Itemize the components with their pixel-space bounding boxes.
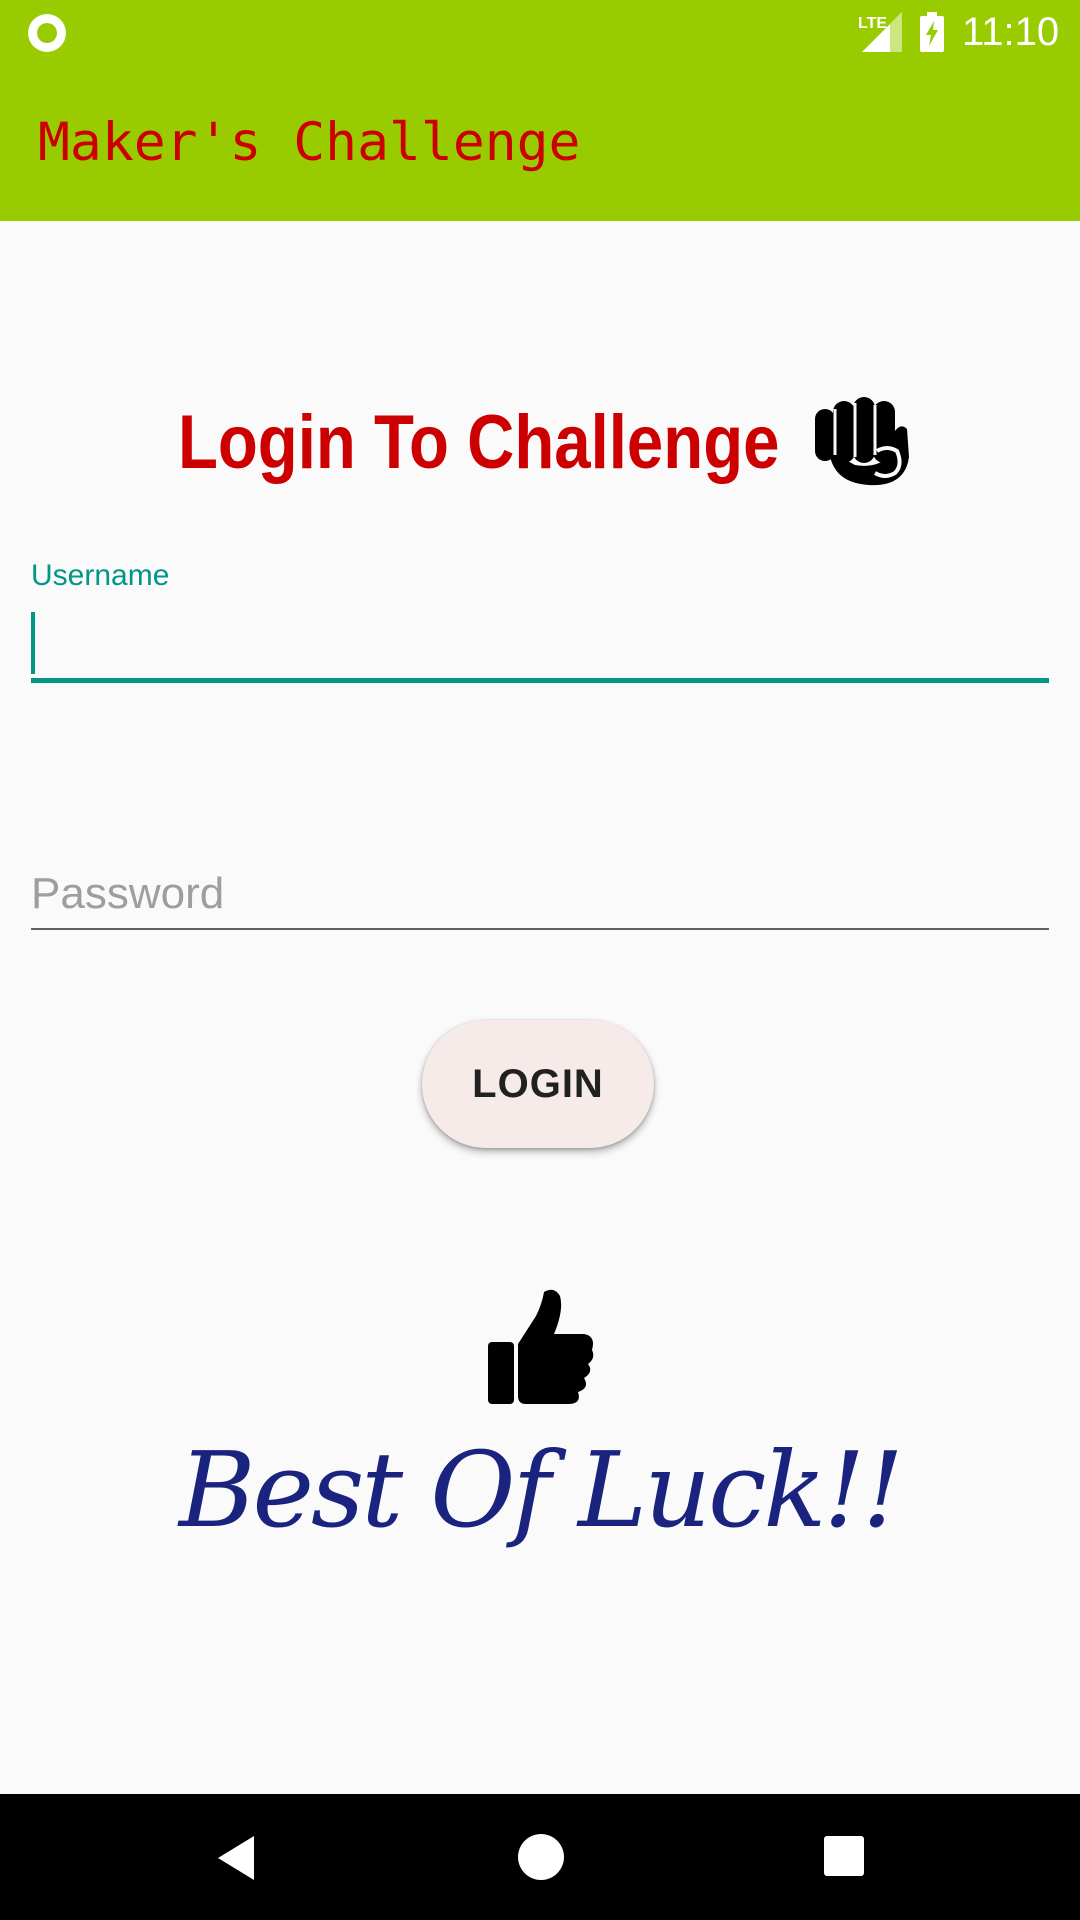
app-title: Maker's Challenge [38,112,581,173]
notification-dot-icon [28,14,66,52]
thumbs-up-icon [488,1289,594,1404]
login-heading: Login To Challenge [178,399,780,485]
text-cursor [31,612,35,674]
signal-icon: LTE [858,12,902,52]
username-label: Username [31,559,170,592]
battery-charging-icon [920,12,944,52]
password-underline [31,928,1049,930]
back-icon[interactable] [214,1834,264,1882]
network-type-label: LTE [858,15,887,32]
home-icon[interactable] [518,1834,564,1880]
username-input[interactable] [31,600,1049,680]
password-input[interactable] [31,858,1049,930]
status-time: 11:10 [962,10,1060,54]
login-heading-row: Login To Challenge [0,392,1080,492]
tagline: Best Of Luck!! [179,1429,904,1551]
fist-icon [814,397,909,486]
recents-icon[interactable] [824,1836,864,1876]
login-button[interactable]: LOGIN [422,1020,654,1148]
username-underline [31,678,1049,683]
